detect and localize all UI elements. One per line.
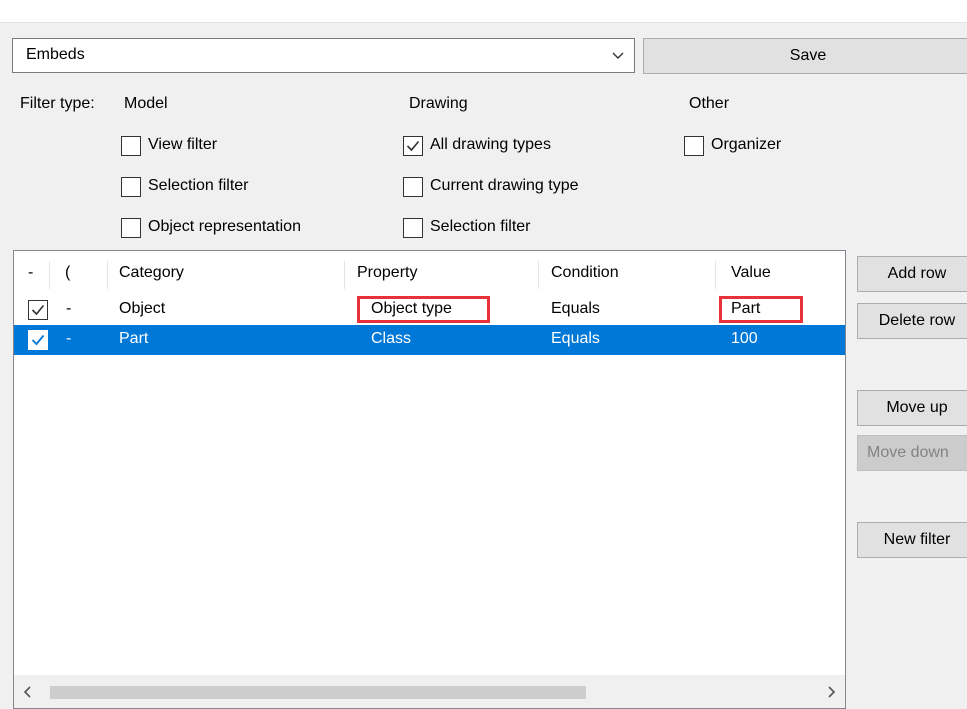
move-up-button[interactable]: Move up	[857, 390, 967, 426]
current-drawing-type-label: Current drawing type	[430, 177, 579, 194]
other-heading: Other	[689, 95, 730, 112]
all-drawing-types-label: All drawing types	[430, 136, 551, 153]
move-down-button[interactable]: Move down	[857, 435, 967, 471]
row-enabled-checkbox[interactable]	[28, 330, 48, 350]
organizer-label: Organizer	[711, 136, 782, 153]
drawing-heading: Drawing	[409, 95, 468, 112]
table-row-selected[interactable]: - Part Class Equals 100	[14, 325, 845, 355]
row-property[interactable]: Class	[371, 330, 411, 348]
filter-select[interactable]: Embeds	[12, 38, 635, 73]
object-representation-checkbox[interactable]	[121, 218, 141, 238]
chevron-down-icon[interactable]	[610, 47, 626, 63]
column-separator	[344, 261, 345, 289]
column-header-property[interactable]: Property	[357, 264, 417, 282]
row-enabled-checkbox[interactable]	[28, 300, 48, 320]
column-header-condition[interactable]: Condition	[551, 264, 619, 282]
divider	[0, 22, 967, 23]
row-condition[interactable]: Equals	[551, 300, 600, 318]
scrollbar-thumb[interactable]	[50, 686, 586, 699]
object-representation-label: Object representation	[148, 218, 301, 235]
model-heading: Model	[124, 95, 168, 112]
column-separator	[538, 261, 539, 289]
model-selection-filter-checkbox[interactable]	[121, 177, 141, 197]
column-separator	[49, 261, 50, 289]
row-paren: -	[66, 330, 72, 347]
save-button[interactable]: Save	[643, 38, 967, 74]
column-separator	[715, 261, 716, 289]
row-value[interactable]: 100	[731, 330, 758, 348]
filter-grid[interactable]: - ( Category Property Condition Value - …	[13, 250, 846, 709]
row-paren: -	[66, 300, 72, 317]
chevron-left-icon[interactable]	[20, 684, 36, 700]
filter-select-value: Embeds	[26, 46, 85, 63]
add-row-button[interactable]: Add row	[857, 256, 967, 292]
new-filter-button[interactable]: New filter	[857, 522, 967, 558]
row-category[interactable]: Part	[119, 330, 148, 348]
column-header-value[interactable]: Value	[731, 264, 771, 282]
row-condition[interactable]: Equals	[551, 330, 600, 348]
check-icon	[406, 140, 420, 152]
filter-type-label: Filter type:	[20, 95, 95, 112]
delete-row-button[interactable]: Delete row	[857, 303, 967, 339]
all-drawing-types-checkbox[interactable]	[403, 136, 423, 156]
view-filter-checkbox[interactable]	[121, 136, 141, 156]
view-filter-label: View filter	[148, 136, 218, 153]
row-category[interactable]: Object	[119, 300, 165, 318]
row-property[interactable]: Object type	[371, 300, 452, 318]
column-separator	[107, 261, 108, 289]
column-header-enabled[interactable]: -	[28, 264, 33, 282]
organizer-checkbox[interactable]	[684, 136, 704, 156]
drawing-selection-filter-checkbox[interactable]	[403, 218, 423, 238]
top-strip	[0, 0, 967, 22]
column-header-category[interactable]: Category	[119, 264, 184, 282]
drawing-selection-filter-label: Selection filter	[430, 218, 531, 235]
current-drawing-type-checkbox[interactable]	[403, 177, 423, 197]
check-icon	[31, 334, 45, 346]
check-icon	[31, 304, 45, 316]
table-row[interactable]: - Object Object type Equals Part	[14, 295, 845, 325]
chevron-right-icon[interactable]	[823, 684, 839, 700]
model-selection-filter-label: Selection filter	[148, 177, 249, 194]
column-header-paren[interactable]: (	[65, 264, 70, 282]
row-value[interactable]: Part	[731, 300, 760, 318]
horizontal-scrollbar[interactable]	[14, 675, 845, 708]
